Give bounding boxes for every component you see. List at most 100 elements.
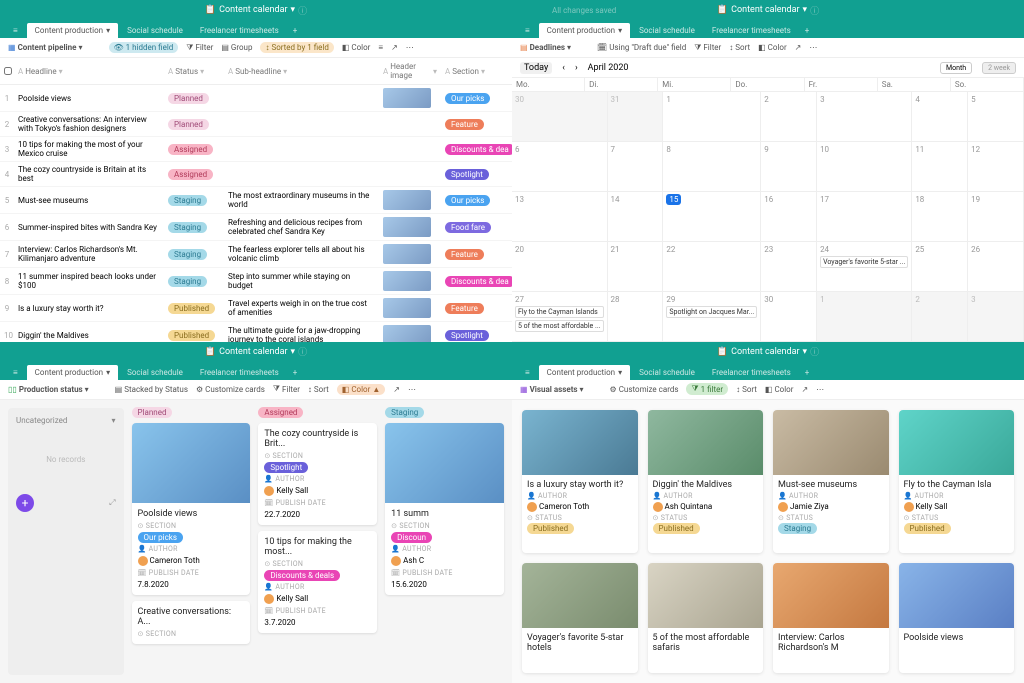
view-switcher[interactable]: ▯▯ Production status ▾ bbox=[8, 385, 89, 394]
calendar-cell[interactable]: 11 bbox=[912, 142, 968, 192]
calendar-cell[interactable]: 12 bbox=[968, 142, 1024, 192]
column-header[interactable]: A Status ▾ bbox=[164, 62, 224, 80]
calendar-cell[interactable]: 2 bbox=[761, 92, 817, 142]
color-button[interactable]: ◧ Color ▲ bbox=[337, 384, 385, 395]
calendar-cell[interactable]: 30 bbox=[761, 292, 817, 342]
more-icon[interactable]: ⋯ bbox=[816, 385, 824, 394]
calendar-event[interactable]: Spotlight on Jacques Mar... bbox=[666, 306, 757, 318]
stacked-button[interactable]: ▤ Stacked by Status bbox=[115, 385, 188, 394]
add-tab-button[interactable]: + bbox=[288, 365, 303, 380]
tab-content-production[interactable]: Content production▾ bbox=[539, 365, 630, 380]
help-icon[interactable]: ⓘ bbox=[298, 4, 307, 17]
tab-content-production[interactable]: Content production▾ bbox=[539, 23, 630, 38]
chevron-down-icon[interactable]: ▾ bbox=[803, 5, 808, 15]
cell-section[interactable]: Spotlight bbox=[441, 331, 501, 340]
filter-button[interactable]: ⧩ Filter bbox=[186, 43, 213, 53]
customize-button[interactable]: ⚙ Customize cards bbox=[610, 385, 679, 394]
calendar-cell[interactable]: 8 bbox=[663, 142, 761, 192]
tab-social-schedule[interactable]: Social schedule bbox=[119, 365, 191, 380]
calendar-cell[interactable]: 2 bbox=[912, 292, 968, 342]
calendar-cell[interactable]: 6 bbox=[512, 142, 608, 192]
select-all-checkbox[interactable] bbox=[4, 67, 12, 75]
gallery-card[interactable]: Fly to the Cayman Isla👤 AUTHOR Kelly Sal… bbox=[899, 410, 1015, 553]
cell-headline[interactable]: Creative conversations: An interview wit… bbox=[14, 115, 164, 133]
cell-headline[interactable]: 10 tips for making the most of your Mexi… bbox=[14, 140, 164, 158]
table-row[interactable]: 310 tips for making the most of your Mex… bbox=[0, 137, 512, 162]
cell-status[interactable]: Assigned bbox=[164, 170, 224, 179]
customize-button[interactable]: ⚙ Customize cards bbox=[196, 385, 265, 394]
cell-status[interactable]: Staging bbox=[164, 223, 224, 232]
chevron-down-icon[interactable]: ▾ bbox=[291, 347, 296, 357]
cell-headline[interactable]: Must-see museums bbox=[14, 196, 164, 205]
cell-subheadline[interactable]: Travel experts weigh in on the true cost… bbox=[224, 299, 379, 317]
filter-button[interactable]: ⧩ 1 filter bbox=[686, 383, 728, 395]
tab-freelancer-timesheets[interactable]: Freelancer timesheets bbox=[704, 23, 799, 38]
table-row[interactable]: 9Is a luxury stay worth it?PublishedTrav… bbox=[0, 295, 512, 322]
table-row[interactable]: 5Must-see museumsStagingThe most extraor… bbox=[0, 187, 512, 214]
date-field-button[interactable]: 🗓 Using "Draft due" field bbox=[597, 43, 686, 52]
cell-image[interactable] bbox=[379, 190, 441, 210]
cell-subheadline[interactable]: Step into summer while staying on budget bbox=[224, 272, 379, 290]
help-icon[interactable]: ⓘ bbox=[810, 345, 819, 358]
app-title[interactable]: Content calendar bbox=[219, 5, 287, 15]
gallery-card[interactable]: Must-see museums👤 AUTHOR Jamie Ziya⊙ STA… bbox=[773, 410, 889, 553]
cell-status[interactable]: Staging bbox=[164, 277, 224, 286]
calendar-cell[interactable]: 15 bbox=[663, 192, 761, 242]
expand-icon[interactable]: ⤢ bbox=[109, 498, 115, 508]
cell-section[interactable]: Discounts & dea bbox=[441, 277, 501, 286]
cell-image[interactable] bbox=[379, 244, 441, 264]
calendar-cell[interactable]: 28 bbox=[608, 292, 664, 342]
cell-status[interactable]: Published bbox=[164, 331, 224, 340]
tab-content-production[interactable]: Content production▾ bbox=[27, 365, 118, 380]
share-icon[interactable]: ↗ bbox=[393, 385, 400, 394]
column-header[interactable]: A Headline ▾ bbox=[14, 62, 164, 80]
cell-image[interactable] bbox=[379, 298, 441, 318]
kanban-card[interactable]: Creative conversations: A...⊙ SECTION bbox=[132, 601, 251, 644]
calendar-cell[interactable]: 21 bbox=[608, 242, 664, 292]
add-tab-button[interactable]: + bbox=[288, 23, 303, 38]
kanban-card[interactable]: The cozy countryside is Brit...⊙ SECTION… bbox=[258, 423, 377, 525]
cell-status[interactable]: Planned bbox=[164, 120, 224, 129]
add-tab-button[interactable]: + bbox=[800, 365, 815, 380]
table-row[interactable]: 2Creative conversations: An interview wi… bbox=[0, 112, 512, 137]
share-icon[interactable]: ↗ bbox=[391, 43, 398, 52]
calendar-cell[interactable]: 18 bbox=[912, 192, 968, 242]
group-button[interactable]: ▤ Group bbox=[221, 43, 252, 52]
hidden-fields-button[interactable]: 👁 1 hidden field bbox=[109, 42, 179, 53]
cell-headline[interactable]: Interview: Carlos Richardson's Mt. Kilim… bbox=[14, 245, 164, 263]
color-button[interactable]: ◧ Color bbox=[765, 385, 794, 394]
cell-image[interactable] bbox=[379, 271, 441, 291]
cell-section[interactable]: Our picks bbox=[441, 196, 501, 205]
cell-section[interactable]: Food fare bbox=[441, 223, 501, 232]
cell-status[interactable]: Staging bbox=[164, 250, 224, 259]
cell-image[interactable] bbox=[379, 88, 441, 108]
view-switcher[interactable]: ▦ Visual assets ▾ bbox=[520, 385, 584, 394]
cell-headline[interactable]: The cozy countryside is Britain at its b… bbox=[14, 165, 164, 183]
cell-section[interactable]: Our picks bbox=[441, 94, 501, 103]
cell-image[interactable] bbox=[379, 325, 441, 342]
calendar-cell[interactable]: 9 bbox=[761, 142, 817, 192]
cell-subheadline[interactable]: Refreshing and delicious recipes from ce… bbox=[224, 218, 379, 236]
more-icon[interactable]: ⋯ bbox=[406, 43, 414, 52]
cell-status[interactable]: Published bbox=[164, 304, 224, 313]
prev-month-icon[interactable]: ‹ bbox=[562, 63, 565, 73]
cell-section[interactable]: Spotlight bbox=[441, 170, 501, 179]
gallery-card[interactable]: 5 of the most affordable safaris bbox=[648, 563, 764, 673]
cell-headline[interactable]: 11 summer inspired beach looks under $10… bbox=[14, 272, 164, 290]
view-switcher[interactable]: ▦ Content pipeline ▾ bbox=[8, 43, 83, 52]
column-title[interactable]: Staging bbox=[385, 407, 424, 418]
kanban-column-uncategorized[interactable]: Uncategorized▾No records+⤢ bbox=[8, 408, 124, 676]
gallery-card[interactable]: Diggin' the Maldives👤 AUTHOR Ash Quintan… bbox=[648, 410, 764, 553]
tab-content-production[interactable]: Content production▾ bbox=[27, 23, 118, 38]
table-row[interactable]: 1Poolside viewsPlannedOur picks bbox=[0, 85, 512, 112]
view-switcher[interactable]: ▤ Deadlines ▾ bbox=[520, 43, 571, 52]
calendar-cell[interactable]: 25 bbox=[912, 242, 968, 292]
table-row[interactable]: 6Summer-inspired bites with Sandra KeySt… bbox=[0, 214, 512, 241]
tab-social-schedule[interactable]: Social schedule bbox=[119, 23, 191, 38]
share-icon[interactable]: ↗ bbox=[801, 385, 808, 394]
calendar-cell[interactable]: 19 bbox=[968, 192, 1024, 242]
app-title[interactable]: Content calendar bbox=[731, 347, 799, 357]
calendar-event[interactable]: Fly to the Cayman Islands bbox=[515, 306, 604, 318]
table-row[interactable]: 811 summer inspired beach looks under $1… bbox=[0, 268, 512, 295]
chevron-down-icon[interactable]: ▾ bbox=[291, 5, 296, 15]
